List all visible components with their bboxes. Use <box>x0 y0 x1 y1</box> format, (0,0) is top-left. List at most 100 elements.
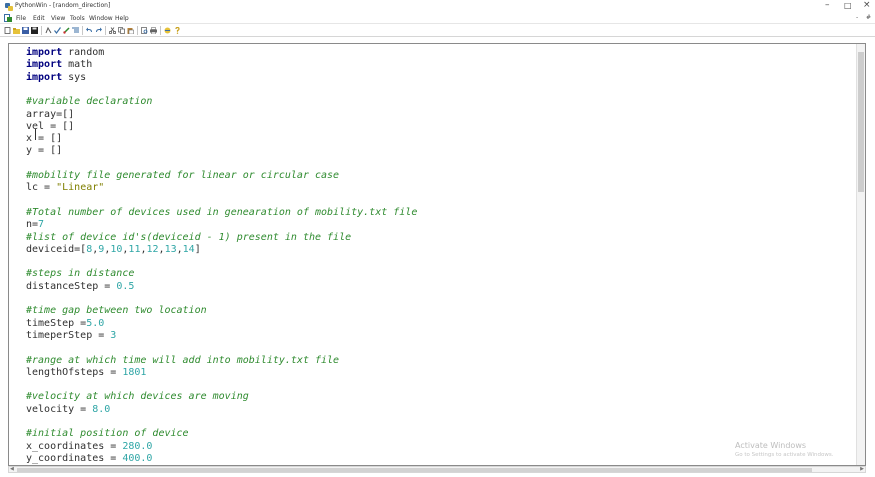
copy-icon[interactable] <box>118 27 125 34</box>
text-token: ] <box>194 243 201 255</box>
number-token: 13 <box>164 243 177 255</box>
scroll-right-icon[interactable]: ▶ <box>860 466 864 472</box>
comment-token: #range at which time will add into mobil… <box>26 354 340 366</box>
open-folder-icon[interactable] <box>13 27 20 34</box>
code-line[interactable]: #Total number of devices used in geneara… <box>26 207 417 219</box>
paste-icon[interactable] <box>127 27 134 34</box>
maximize-button[interactable]: □ <box>844 1 852 10</box>
menu-view[interactable]: View <box>51 15 65 22</box>
document-icon[interactable] <box>4 14 12 22</box>
code-line[interactable]: x_coordinates = 280.0 <box>26 441 152 453</box>
code-line[interactable]: #time gap between two location <box>26 305 207 317</box>
vertical-scroll-thumb[interactable] <box>858 52 864 192</box>
text-token: vel = [] <box>26 120 75 132</box>
menu-window[interactable]: Window <box>89 15 113 22</box>
comment-token: #list of device id's(deviceid - 1) prese… <box>26 231 352 243</box>
code-line[interactable]: y = [] <box>26 145 62 157</box>
window-title: PythonWin - [random_direction] <box>15 2 111 9</box>
mdi-close-button[interactable]: # <box>866 14 871 21</box>
text-token: array=[] <box>26 108 75 120</box>
redo-icon[interactable] <box>95 27 102 34</box>
toolbar <box>0 23 875 37</box>
check-icon[interactable] <box>54 27 61 34</box>
text-token: y = [] <box>26 145 63 157</box>
text-token: distanceStep = <box>26 280 117 292</box>
run-icon[interactable] <box>63 27 70 34</box>
code-line[interactable]: lengthOfsteps = 1801 <box>26 367 146 379</box>
activate-windows-subtitle: Go to Settings to activate Windows. <box>735 452 834 458</box>
code-line[interactable]: #steps in distance <box>26 268 134 280</box>
code-line[interactable]: lc = "Linear" <box>26 182 104 194</box>
code-line[interactable]: timeStep =5.0 <box>26 318 104 330</box>
code-line[interactable]: velocity = 8.0 <box>26 404 110 416</box>
scroll-left-icon[interactable]: ◀ <box>10 466 14 472</box>
menu-help[interactable]: Help <box>115 15 129 22</box>
code-line[interactable]: #variable declaration <box>26 96 152 108</box>
comment-token: #velocity at which devices are moving <box>26 391 249 403</box>
number-token: 0.5 <box>116 280 135 292</box>
code-line[interactable]: import random <box>26 47 104 59</box>
code-line[interactable]: x = [] <box>26 133 62 145</box>
number-token: 3 <box>110 329 117 341</box>
undo-icon[interactable] <box>86 27 93 34</box>
comment-token: #Total number of devices used in geneara… <box>26 206 418 218</box>
help-icon[interactable] <box>174 27 181 34</box>
text-token: timeperStep = <box>26 329 111 341</box>
vertical-scrollbar[interactable] <box>856 44 865 465</box>
cut-icon[interactable] <box>45 27 52 34</box>
mdi-restore-button[interactable]: - <box>856 14 858 21</box>
code-line[interactable]: y_coordinates = 400.0 <box>26 453 152 465</box>
text-token: velocity = <box>26 403 93 415</box>
menu-bar: File Edit View Tools Window Help - # <box>0 13 875 23</box>
horizontal-scrollbar[interactable]: ◀ ▶ <box>8 466 866 473</box>
code-line[interactable]: #list of device id's(deviceid - 1) prese… <box>26 232 351 244</box>
scissors-icon[interactable] <box>109 27 116 34</box>
keyword-token: import <box>26 47 63 58</box>
code-editor[interactable]: import random import math import sys #varia… <box>8 43 866 466</box>
text-caret <box>35 129 36 140</box>
code-line[interactable]: n=7 <box>26 219 44 231</box>
number-token: 12 <box>146 243 159 255</box>
text-token: timeStep = <box>26 317 87 329</box>
code-line[interactable]: array=[] <box>26 109 74 121</box>
print-preview-icon[interactable] <box>141 27 148 34</box>
text-token: sys <box>62 71 87 83</box>
comment-token: #variable declaration <box>26 96 153 108</box>
number-token: 10 <box>110 243 123 255</box>
close-button[interactable]: × <box>863 0 871 10</box>
code-line[interactable]: vel = [] <box>26 121 74 133</box>
horizontal-scroll-thumb[interactable] <box>17 468 812 472</box>
code-line[interactable]: deviceid=[8,9,10,11,12,13,14] <box>26 244 201 256</box>
number-token: 14 <box>182 243 195 255</box>
save-icon[interactable] <box>22 27 29 34</box>
code-line[interactable]: #mobility file generated for linear or c… <box>26 170 339 182</box>
text-token: math <box>62 59 93 71</box>
new-file-icon[interactable] <box>4 27 11 34</box>
number-token: 8.0 <box>92 403 111 415</box>
code-line[interactable]: timeperStep = 3 <box>26 330 116 342</box>
code-line[interactable]: distanceStep = 0.5 <box>26 281 134 293</box>
text-token: deviceid=[ <box>26 243 87 255</box>
code-line[interactable]: #velocity at which devices are moving <box>26 391 249 403</box>
menu-file[interactable]: File <box>16 15 26 22</box>
minimize-button[interactable]: – <box>825 0 830 10</box>
code-line[interactable]: import math <box>26 59 92 71</box>
number-token: 1801 <box>122 366 147 378</box>
indent-icon[interactable] <box>72 27 79 34</box>
number-token: 7 <box>38 219 45 231</box>
keyword-token: import <box>26 59 63 71</box>
browser-icon[interactable] <box>164 27 171 34</box>
keyword-token: import <box>26 71 63 83</box>
menu-tools[interactable]: Tools <box>70 15 85 22</box>
code-line[interactable]: import sys <box>26 72 86 84</box>
code-area[interactable]: import random import math import sys #varia… <box>9 44 839 465</box>
print-icon[interactable] <box>150 27 157 34</box>
comment-token: #time gap between two location <box>26 305 207 317</box>
title-bar: PythonWin - [random_direction] – □ × <box>0 0 875 13</box>
menu-edit[interactable]: Edit <box>33 15 45 22</box>
text-token: lc = <box>26 182 57 194</box>
save-all-icon[interactable] <box>31 27 38 34</box>
string-token: "Linear" <box>56 182 105 194</box>
code-line[interactable]: #range at which time will add into mobil… <box>26 355 339 367</box>
code-line[interactable]: #initial position of device <box>26 428 189 440</box>
